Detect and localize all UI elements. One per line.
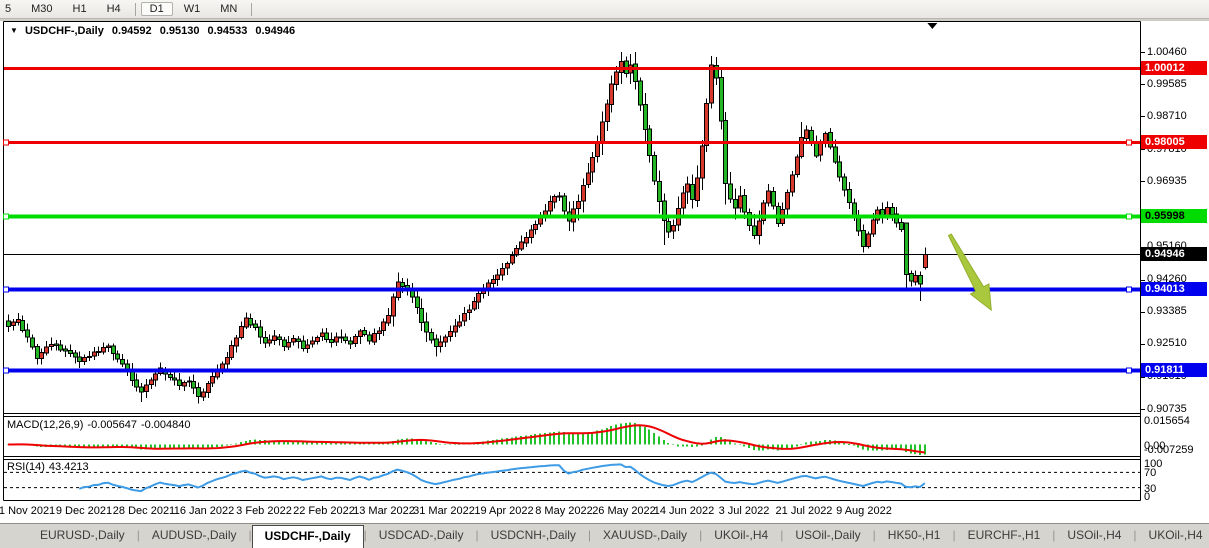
rsi-pane	[4, 464, 1140, 491]
price-axis-tick: 0.99585	[1147, 78, 1187, 91]
ohlc-high: 0.95130	[160, 25, 200, 37]
macd-name: MACD(12,26,9)	[7, 419, 83, 431]
chart-tab-xauusd-daily[interactable]: XAUUSD-,Daily	[591, 524, 699, 548]
axis-tick-marks	[1141, 53, 1145, 410]
price-level-badge: 0.95998	[1141, 209, 1207, 223]
price-level-badge: 0.98005	[1141, 135, 1207, 149]
chart-tab-usdcad-daily[interactable]: USDCAD-,Daily	[367, 524, 476, 548]
price-axis-tick: 0.98710	[1147, 110, 1187, 123]
rsi-value: 43.4213	[49, 461, 89, 473]
rsi-label: RSI(14) 43.4213	[7, 461, 93, 473]
shift-marker	[927, 23, 937, 29]
price-axis-tick: 0.92510	[1147, 337, 1187, 350]
current-price-badge: 0.94946	[1141, 247, 1207, 261]
candlesticks	[7, 52, 928, 404]
trend-arrow-annotation[interactable]	[949, 234, 992, 310]
chart-tab-hk50-h1[interactable]: HK50-,H1	[876, 524, 953, 548]
line-handle[interactable]	[1127, 287, 1132, 292]
macd-axis-tick: -0.007259	[1144, 444, 1194, 457]
price-level-badge: 0.91811	[1141, 363, 1207, 377]
rsi-name: RSI(14)	[7, 461, 45, 473]
chart-tab-audusd-daily[interactable]: AUDUSD-,Daily	[140, 524, 249, 548]
mt4-window: 5M30H1H4D1W1MN ▼ USDCHF-,Daily 0.94592 0…	[0, 0, 1209, 548]
rsi-axis-tick: 70	[1144, 467, 1156, 480]
line-handle[interactable]	[4, 214, 9, 219]
chart-tabs-bar: EURUSD-,Daily|AUDUSD-,Daily|USDCHF-,Dail…	[0, 523, 1209, 548]
chart-tab-eurusd-daily[interactable]: EURUSD-,Daily	[28, 524, 137, 548]
rsi-axis-tick: 0	[1144, 491, 1150, 504]
chart-tab-ukoil-h4[interactable]: UKOil-,H4	[702, 524, 780, 548]
price-axis-tick: 1.00460	[1147, 46, 1187, 59]
chart-tab-usoil-h4[interactable]: USOil-,H4	[1055, 524, 1133, 548]
annotations	[949, 234, 992, 310]
chart-tab-usoil-daily[interactable]: USOil-,Daily	[783, 524, 872, 548]
macd-label: MACD(12,26,9) -0.005647 -0.004840	[7, 419, 195, 431]
chart-canvas[interactable]	[0, 0, 1209, 548]
chart-tab-usdcnh-daily[interactable]: USDCNH-,Daily	[479, 524, 588, 548]
date-axis-label: 9 Aug 2022	[828, 505, 900, 517]
symbol-label: USDCHF-,Daily	[25, 25, 104, 37]
ohlc-close: 0.94946	[255, 25, 295, 37]
line-handle[interactable]	[1127, 368, 1132, 373]
chart-tab-ukoil-h4[interactable]: UKOil-,H4	[1137, 524, 1209, 548]
macd-axis-tick: 0.015654	[1144, 415, 1190, 428]
chart-shift-marker-icon[interactable]	[927, 23, 937, 29]
macd-main-value: -0.005647	[87, 419, 137, 431]
line-handle[interactable]	[4, 140, 9, 145]
line-handle[interactable]	[1127, 214, 1132, 219]
line-handle[interactable]	[1127, 140, 1132, 145]
line-handle[interactable]	[4, 368, 9, 373]
ohlc-open: 0.94592	[112, 25, 152, 37]
ohlc-low: 0.94533	[208, 25, 248, 37]
price-level-badge: 0.94013	[1141, 282, 1207, 296]
rsi-line	[79, 464, 925, 491]
chart-title: ▼ USDCHF-,Daily 0.94592 0.95130 0.94533 …	[10, 25, 300, 37]
chart-tab-eurchf-h1[interactable]: EURCHF-,H1	[956, 524, 1053, 548]
chart-tab-usdchf-daily[interactable]: USDCHF-,Daily	[252, 525, 364, 548]
line-handle[interactable]	[4, 287, 9, 292]
symbol-dropdown-icon[interactable]: ▼	[10, 26, 18, 35]
price-level-badge: 1.00012	[1141, 61, 1207, 75]
macd-signal-value: -0.004840	[141, 419, 191, 431]
price-axis-tick: 0.96935	[1147, 175, 1187, 188]
price-axis-tick: 0.93385	[1147, 305, 1187, 318]
